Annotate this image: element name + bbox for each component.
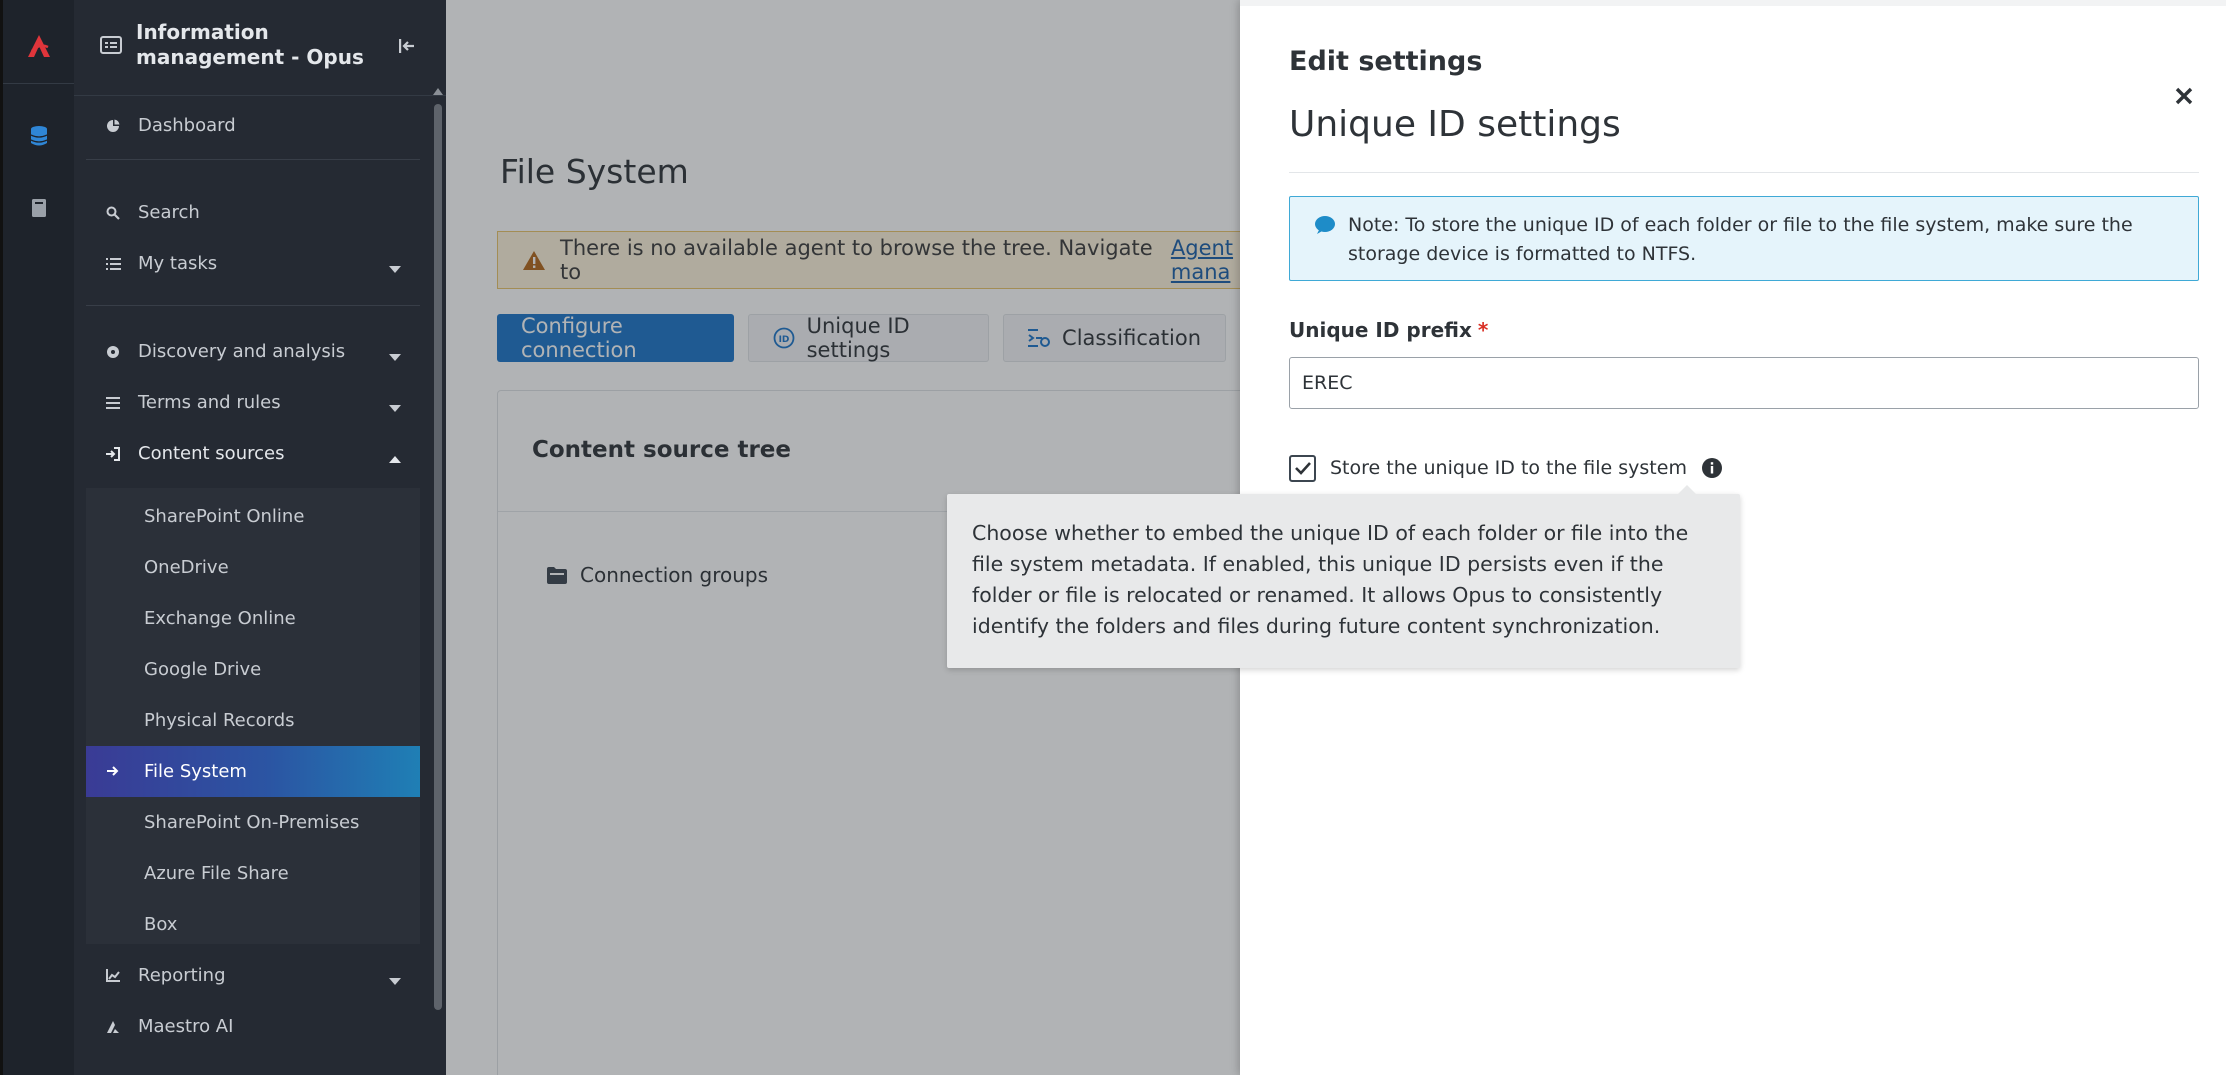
records-icon — [31, 199, 46, 217]
collapse-sidebar-button[interactable] — [394, 34, 420, 58]
nav-discovery-analysis[interactable]: Discovery and analysis — [86, 326, 420, 377]
search-icon — [102, 206, 124, 220]
prefix-label-text: Unique ID prefix — [1289, 318, 1472, 342]
unique-id-prefix-label: Unique ID prefix * — [1289, 318, 1488, 342]
maestro-icon — [102, 1020, 124, 1034]
store-unique-id-row: Store the unique ID to the file system — [1289, 454, 1723, 482]
rules-icon — [102, 396, 124, 409]
app-title: Information management - Opus — [136, 20, 364, 69]
logo-icon — [27, 34, 50, 57]
drawer-divider — [1289, 172, 2199, 173]
database-icon — [30, 126, 47, 146]
chevron-up-icon — [388, 448, 402, 469]
info-icon — [1701, 458, 1722, 478]
nav-file-system-label: File System — [144, 761, 247, 782]
store-unique-id-checkbox[interactable] — [1289, 454, 1316, 482]
nav-sharepoint-on-premises[interactable]: SharePoint On-Premises — [86, 797, 420, 848]
chevron-down-icon — [388, 970, 402, 991]
nav-divider — [86, 159, 420, 160]
info-tooltip: Choose whether to embed the unique ID of… — [947, 485, 1740, 668]
sidebar-header: Information management - Opus — [74, 0, 446, 96]
checkmark-icon — [1294, 462, 1311, 475]
nav-physical-records-label: Physical Records — [144, 710, 295, 731]
nav-my-tasks[interactable]: My tasks — [86, 238, 420, 289]
app-logo[interactable] — [3, 8, 74, 84]
icon-rail — [0, 0, 74, 1075]
sidebar: Information management - Opus Dashboard … — [74, 0, 446, 1075]
nav-onedrive[interactable]: OneDrive — [86, 542, 420, 593]
nav-box[interactable]: Box — [86, 899, 420, 950]
content-sources-icon — [102, 446, 124, 461]
nav-azure-file-share-label: Azure File Share — [144, 863, 289, 884]
nav-maestro-ai-label: Maestro AI — [138, 1016, 234, 1037]
tooltip-text: Choose whether to embed the unique ID of… — [972, 521, 1689, 638]
arrow-right-icon — [106, 765, 119, 777]
info-button[interactable] — [1701, 457, 1723, 479]
nav-exchange-online[interactable]: Exchange Online — [86, 593, 420, 644]
nav-divider — [86, 305, 420, 306]
chevron-down-icon — [388, 397, 402, 418]
sidebar-scrollbar[interactable] — [432, 86, 443, 1016]
nav-google-drive[interactable]: Google Drive — [86, 644, 420, 695]
nav-content-sources[interactable]: Content sources — [86, 428, 420, 479]
nav-reporting-label: Reporting — [138, 965, 226, 986]
nav-dashboard[interactable]: Dashboard — [86, 100, 420, 151]
chart-icon — [102, 969, 124, 982]
unique-id-prefix-input[interactable] — [1289, 357, 2199, 409]
nav-sharepoint-online-label: SharePoint Online — [144, 506, 305, 527]
nav-content-sources-label: Content sources — [138, 443, 285, 464]
required-marker: * — [1477, 318, 1489, 342]
rail-records[interactable] — [3, 172, 74, 244]
collapse-icon — [399, 39, 414, 53]
nav-terms-rules-label: Terms and rules — [138, 392, 281, 413]
nav-onedrive-label: OneDrive — [144, 557, 229, 578]
nav-search[interactable]: Search — [86, 187, 420, 238]
scrollbar-thumb[interactable] — [434, 104, 442, 1010]
nav-my-tasks-label: My tasks — [138, 253, 218, 274]
dashboard-icon — [102, 119, 124, 133]
nav-box-label: Box — [144, 914, 178, 935]
nav-physical-records[interactable]: Physical Records — [86, 695, 420, 746]
close-icon — [2175, 87, 2193, 105]
nav-maestro-ai[interactable]: Maestro AI — [86, 1001, 420, 1052]
chevron-down-icon — [388, 346, 402, 367]
nav-azure-file-share[interactable]: Azure File Share — [86, 848, 420, 899]
nav-dashboard-label: Dashboard — [138, 115, 236, 136]
nav-sharepoint-on-premises-label: SharePoint On-Premises — [144, 812, 360, 833]
nav-file-system[interactable]: File System — [86, 746, 420, 797]
speech-bubble-icon — [1314, 215, 1336, 239]
nav-terms-rules[interactable]: Terms and rules — [86, 377, 420, 428]
discovery-icon — [102, 345, 124, 359]
nav-exchange-online-label: Exchange Online — [144, 608, 296, 629]
section-title: Unique ID settings — [1289, 104, 1621, 145]
nav-search-label: Search — [138, 202, 200, 223]
ntfs-note: Note: To store the unique ID of each fol… — [1289, 196, 2199, 281]
chevron-down-icon — [388, 258, 402, 279]
note-text: Note: To store the unique ID of each fol… — [1348, 214, 2133, 265]
rail-database[interactable] — [3, 100, 74, 172]
tooltip-arrow — [1677, 485, 1697, 495]
scroll-up-arrow-icon[interactable] — [433, 88, 443, 95]
list-icon — [102, 257, 124, 270]
drawer-title: Edit settings — [1289, 46, 1483, 77]
close-drawer-button[interactable] — [2170, 82, 2198, 110]
nav-reporting[interactable]: Reporting — [86, 950, 420, 1001]
store-unique-id-label: Store the unique ID to the file system — [1330, 457, 1687, 479]
nav-google-drive-label: Google Drive — [144, 659, 262, 680]
nav-discovery-analysis-label: Discovery and analysis — [138, 341, 346, 362]
drawer-top-strip — [1240, 0, 2226, 6]
module-icon — [100, 36, 122, 58]
nav-sharepoint-online[interactable]: SharePoint Online — [86, 491, 420, 542]
